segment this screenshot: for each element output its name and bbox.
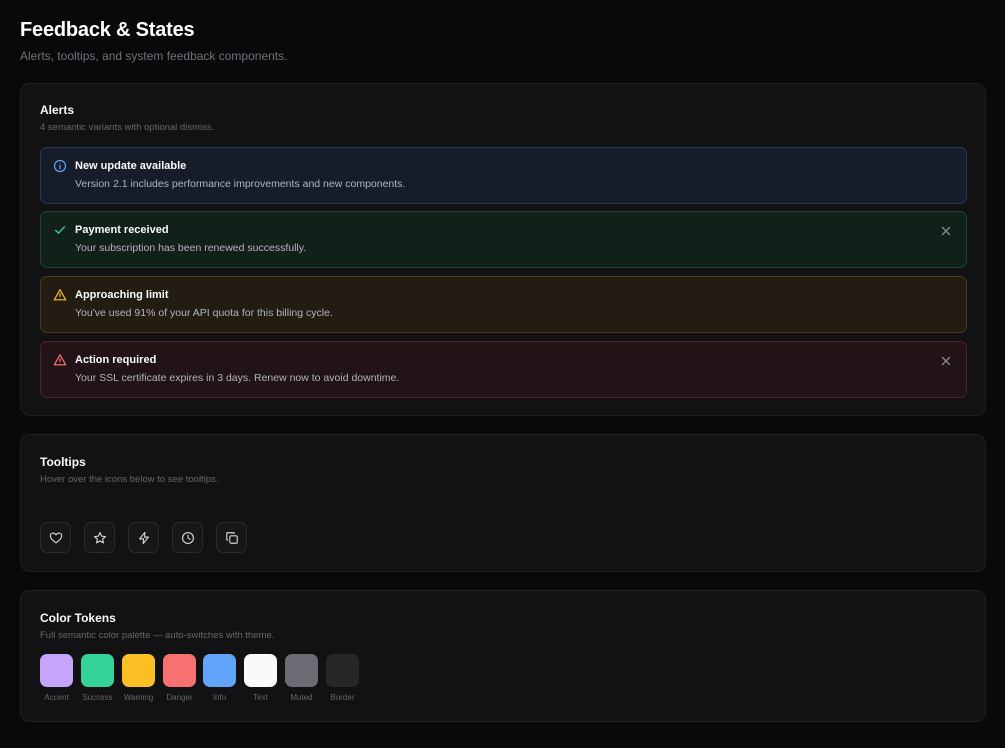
color-label: Success xyxy=(82,693,113,702)
alert-warning: Approaching limit You've used 91% of you… xyxy=(40,276,967,333)
alerts-title: Alerts xyxy=(40,103,75,117)
alert-success: Payment received Your subscription has b… xyxy=(40,211,967,268)
check-icon xyxy=(54,226,66,234)
swatch-muted: Muted xyxy=(285,654,318,703)
color-chip xyxy=(40,654,73,687)
color-chip xyxy=(81,654,114,687)
copy-icon xyxy=(226,532,238,544)
clock-button[interactable] xyxy=(172,522,203,553)
alert-body: Your subscription has been renewed succe… xyxy=(75,242,307,254)
alert-danger: Action required Your SSL certificate exp… xyxy=(40,341,967,398)
swatch-success: Success xyxy=(81,654,114,703)
swatch-border: Border xyxy=(326,654,359,703)
color-tokens-title: Color Tokens xyxy=(40,611,116,625)
tooltips-title: Tooltips xyxy=(40,455,86,469)
color-chip xyxy=(122,654,155,687)
lightning-button[interactable] xyxy=(128,522,159,553)
color-label: Danger xyxy=(166,693,193,702)
close-icon[interactable] xyxy=(940,355,952,367)
star-button[interactable] xyxy=(84,522,115,553)
page-subtitle: Alerts, tooltips, and system feedback co… xyxy=(20,49,288,63)
lightning-icon xyxy=(139,531,149,545)
color-label: Info xyxy=(212,693,227,702)
alert-title: New update available xyxy=(75,160,187,172)
close-icon[interactable] xyxy=(940,225,952,237)
info-icon xyxy=(53,159,67,173)
color-chip xyxy=(163,654,196,687)
color-tokens-description: Full semantic color palette — auto-switc… xyxy=(40,630,275,641)
page-title: Feedback & States xyxy=(20,19,195,41)
swatch-warning: Warning xyxy=(122,654,155,703)
clock-icon xyxy=(182,532,194,544)
color-label: Warning xyxy=(123,693,154,702)
color-chip xyxy=(326,654,359,687)
color-label: Text xyxy=(253,693,268,702)
color-chip xyxy=(244,654,277,687)
color-tokens-card: Color Tokens Full semantic color palette… xyxy=(20,590,986,722)
color-label: Accent xyxy=(44,693,69,702)
tooltips-description: Hover over the icons below to see toolti… xyxy=(40,474,219,485)
copy-button[interactable] xyxy=(216,522,247,553)
alert-title: Approaching limit xyxy=(75,289,169,301)
tooltips-card: Tooltips Hover over the icons below to s… xyxy=(20,434,986,572)
page-header: Feedback & States Alerts, tooltips, and … xyxy=(20,18,287,63)
alert-body: Version 2.1 includes performance improve… xyxy=(75,178,406,190)
swatch-text: Text xyxy=(244,654,277,703)
swatch-accent: Accent xyxy=(40,654,73,703)
warning-icon xyxy=(53,289,67,301)
alert-title: Payment received xyxy=(75,224,169,236)
alert-triangle-icon xyxy=(53,354,67,366)
color-chip xyxy=(285,654,318,687)
swatch-info: Info xyxy=(203,654,236,703)
alert-info: New update available Version 2.1 include… xyxy=(40,147,967,204)
heart-icon xyxy=(49,532,63,544)
star-icon xyxy=(93,532,107,544)
color-label: Muted xyxy=(290,693,313,702)
alert-body: You've used 91% of your API quota for th… xyxy=(75,307,333,319)
alert-body: Your SSL certificate expires in 3 days. … xyxy=(75,372,400,384)
color-label: Border xyxy=(330,693,355,702)
alerts-description: 4 semantic variants with optional dismis… xyxy=(40,122,215,133)
heart-button[interactable] xyxy=(40,522,71,553)
swatch-danger: Danger xyxy=(163,654,196,703)
alerts-card: Alerts 4 semantic variants with optional… xyxy=(20,83,986,416)
color-chip xyxy=(203,654,236,687)
alert-title: Action required xyxy=(75,354,157,366)
